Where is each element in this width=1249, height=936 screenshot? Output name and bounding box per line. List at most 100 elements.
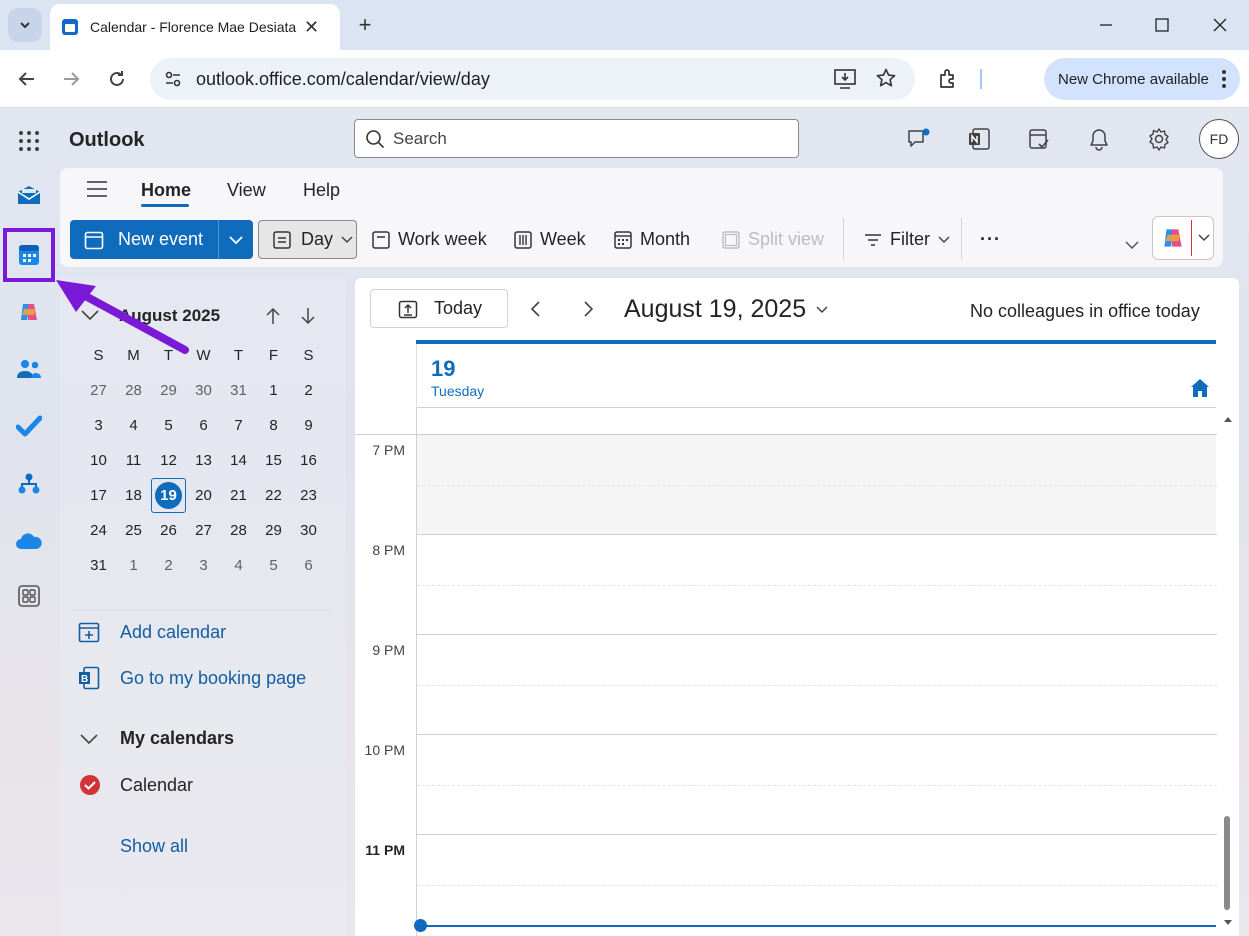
- scroll-down-arrow-icon[interactable]: [1224, 920, 1232, 926]
- back-button[interactable]: [12, 64, 42, 94]
- my-day-button[interactable]: [1022, 124, 1056, 154]
- forward-button[interactable]: [56, 64, 86, 94]
- feedback-button[interactable]: [902, 124, 936, 154]
- site-info-icon[interactable]: [164, 70, 182, 88]
- next-month-arrow-icon[interactable]: [300, 307, 316, 325]
- mini-calendar-day[interactable]: 1: [256, 373, 291, 408]
- minimize-button[interactable]: [1083, 8, 1129, 42]
- mini-calendar-day[interactable]: 5: [256, 548, 291, 583]
- colleagues-status[interactable]: No colleagues in office today: [970, 301, 1200, 322]
- more-options-button[interactable]: ···: [980, 220, 1001, 259]
- rail-mail[interactable]: [12, 178, 46, 212]
- booking-page-link[interactable]: B Go to my booking page: [78, 666, 306, 690]
- mini-calendar-day[interactable]: 15: [256, 443, 291, 478]
- show-all-link[interactable]: Show all: [120, 836, 188, 857]
- tab-home[interactable]: Home: [141, 180, 191, 201]
- mini-calendar-day[interactable]: 1: [116, 548, 151, 583]
- rail-todo[interactable]: [12, 409, 46, 443]
- mini-calendar-day[interactable]: 10: [81, 443, 116, 478]
- app-name[interactable]: Outlook: [69, 129, 145, 152]
- app-launcher-button[interactable]: [14, 126, 44, 156]
- mini-calendar-day[interactable]: 3: [81, 408, 116, 443]
- scrollbar-thumb[interactable]: [1224, 816, 1230, 910]
- mini-calendar-day[interactable]: 5: [151, 408, 186, 443]
- rail-org-explorer[interactable]: [12, 467, 46, 501]
- mini-calendar-day[interactable]: 18: [116, 478, 151, 513]
- mini-calendar-day[interactable]: 28: [116, 373, 151, 408]
- checked-circle-icon[interactable]: [79, 774, 101, 796]
- mini-calendar-selected-day[interactable]: 19: [155, 482, 182, 509]
- mini-calendar-day[interactable]: 6: [186, 408, 221, 443]
- tab-search-button[interactable]: [8, 8, 42, 42]
- mini-calendar-day[interactable]: 29: [256, 513, 291, 548]
- extensions-icon[interactable]: [938, 68, 960, 90]
- calendar-list-item[interactable]: Calendar: [79, 774, 193, 796]
- mini-calendar-day[interactable]: 2: [151, 548, 186, 583]
- copilot-button[interactable]: [1152, 216, 1214, 260]
- mini-calendar-day[interactable]: 2: [291, 373, 326, 408]
- search-input[interactable]: [393, 128, 773, 149]
- filter-button[interactable]: Filter: [864, 220, 958, 259]
- mini-calendar-day[interactable]: 24: [81, 513, 116, 548]
- month-view-button[interactable]: Month: [614, 220, 690, 259]
- mini-calendar-day[interactable]: 20: [186, 478, 221, 513]
- settings-button[interactable]: [1142, 124, 1176, 154]
- mini-calendar-day[interactable]: 14: [221, 443, 256, 478]
- mini-calendar-day[interactable]: 13: [186, 443, 221, 478]
- work-location-home-icon[interactable]: [1190, 378, 1210, 398]
- new-event-dropdown[interactable]: [218, 220, 253, 259]
- mini-calendar-day[interactable]: 16: [291, 443, 326, 478]
- close-window-button[interactable]: [1197, 8, 1243, 42]
- notifications-button[interactable]: [1082, 124, 1116, 154]
- mini-calendar-day[interactable]: 27: [186, 513, 221, 548]
- mini-calendar-day[interactable]: 25: [116, 513, 151, 548]
- my-calendars-group-header[interactable]: My calendars: [80, 728, 234, 749]
- scroll-up-arrow-icon[interactable]: [1224, 416, 1232, 422]
- mini-calendar-day[interactable]: 29: [151, 373, 186, 408]
- mini-calendar-day[interactable]: 31: [81, 548, 116, 583]
- add-calendar-link[interactable]: Add calendar: [78, 621, 226, 643]
- address-bar[interactable]: outlook.office.com/calendar/view/day: [150, 58, 915, 100]
- account-avatar[interactable]: FD: [1199, 119, 1239, 159]
- work-week-view-button[interactable]: Work week: [372, 220, 487, 259]
- reload-button[interactable]: [102, 64, 132, 94]
- mini-calendar-day[interactable]: 3: [186, 548, 221, 583]
- bookmark-star-icon[interactable]: [876, 68, 896, 88]
- previous-month-arrow-icon[interactable]: [265, 307, 281, 325]
- onenote-button[interactable]: [962, 124, 996, 154]
- ribbon-expand-chevron-icon[interactable]: [1125, 240, 1139, 250]
- toggle-left-pane-button[interactable]: [86, 178, 110, 202]
- day-column-header[interactable]: [416, 344, 1216, 408]
- today-button[interactable]: Today: [370, 289, 508, 328]
- mini-calendar-day[interactable]: 4: [116, 408, 151, 443]
- mini-calendar-day[interactable]: 11: [116, 443, 151, 478]
- rail-calendar[interactable]: [12, 238, 46, 272]
- browser-tab[interactable]: Calendar - Florence Mae Desiata ✕: [50, 4, 340, 50]
- tab-view[interactable]: View: [227, 180, 266, 201]
- mini-calendar-day[interactable]: 22: [256, 478, 291, 513]
- day-view-button[interactable]: Day: [258, 220, 357, 259]
- rail-copilot[interactable]: [12, 295, 46, 329]
- search-box[interactable]: [354, 119, 799, 158]
- mini-calendar-day[interactable]: 23: [291, 478, 326, 513]
- mini-calendar-day[interactable]: 6: [291, 548, 326, 583]
- next-day-chevron-icon[interactable]: [582, 301, 594, 317]
- mini-calendar-day[interactable]: 30: [291, 513, 326, 548]
- date-picker-button[interactable]: August 19, 2025: [624, 295, 828, 324]
- mini-calendar-day[interactable]: 30: [186, 373, 221, 408]
- mini-calendar-day[interactable]: 28: [221, 513, 256, 548]
- day-time-grid[interactable]: [416, 408, 1217, 936]
- close-tab-icon[interactable]: ✕: [304, 17, 319, 38]
- mini-calendar-day[interactable]: 7: [221, 408, 256, 443]
- maximize-button[interactable]: [1139, 8, 1185, 42]
- mini-calendar-day[interactable]: 17: [81, 478, 116, 513]
- mini-calendar-day[interactable]: 12: [151, 443, 186, 478]
- mini-calendar-day[interactable]: 4: [221, 548, 256, 583]
- install-app-icon[interactable]: [834, 69, 856, 89]
- mini-calendar-day[interactable]: 8: [256, 408, 291, 443]
- new-tab-button[interactable]: +: [352, 12, 378, 38]
- rail-more-apps[interactable]: [12, 579, 46, 613]
- new-chrome-available-button[interactable]: New Chrome available: [1044, 58, 1240, 100]
- rail-onedrive[interactable]: [12, 524, 46, 558]
- week-view-button[interactable]: Week: [514, 220, 586, 259]
